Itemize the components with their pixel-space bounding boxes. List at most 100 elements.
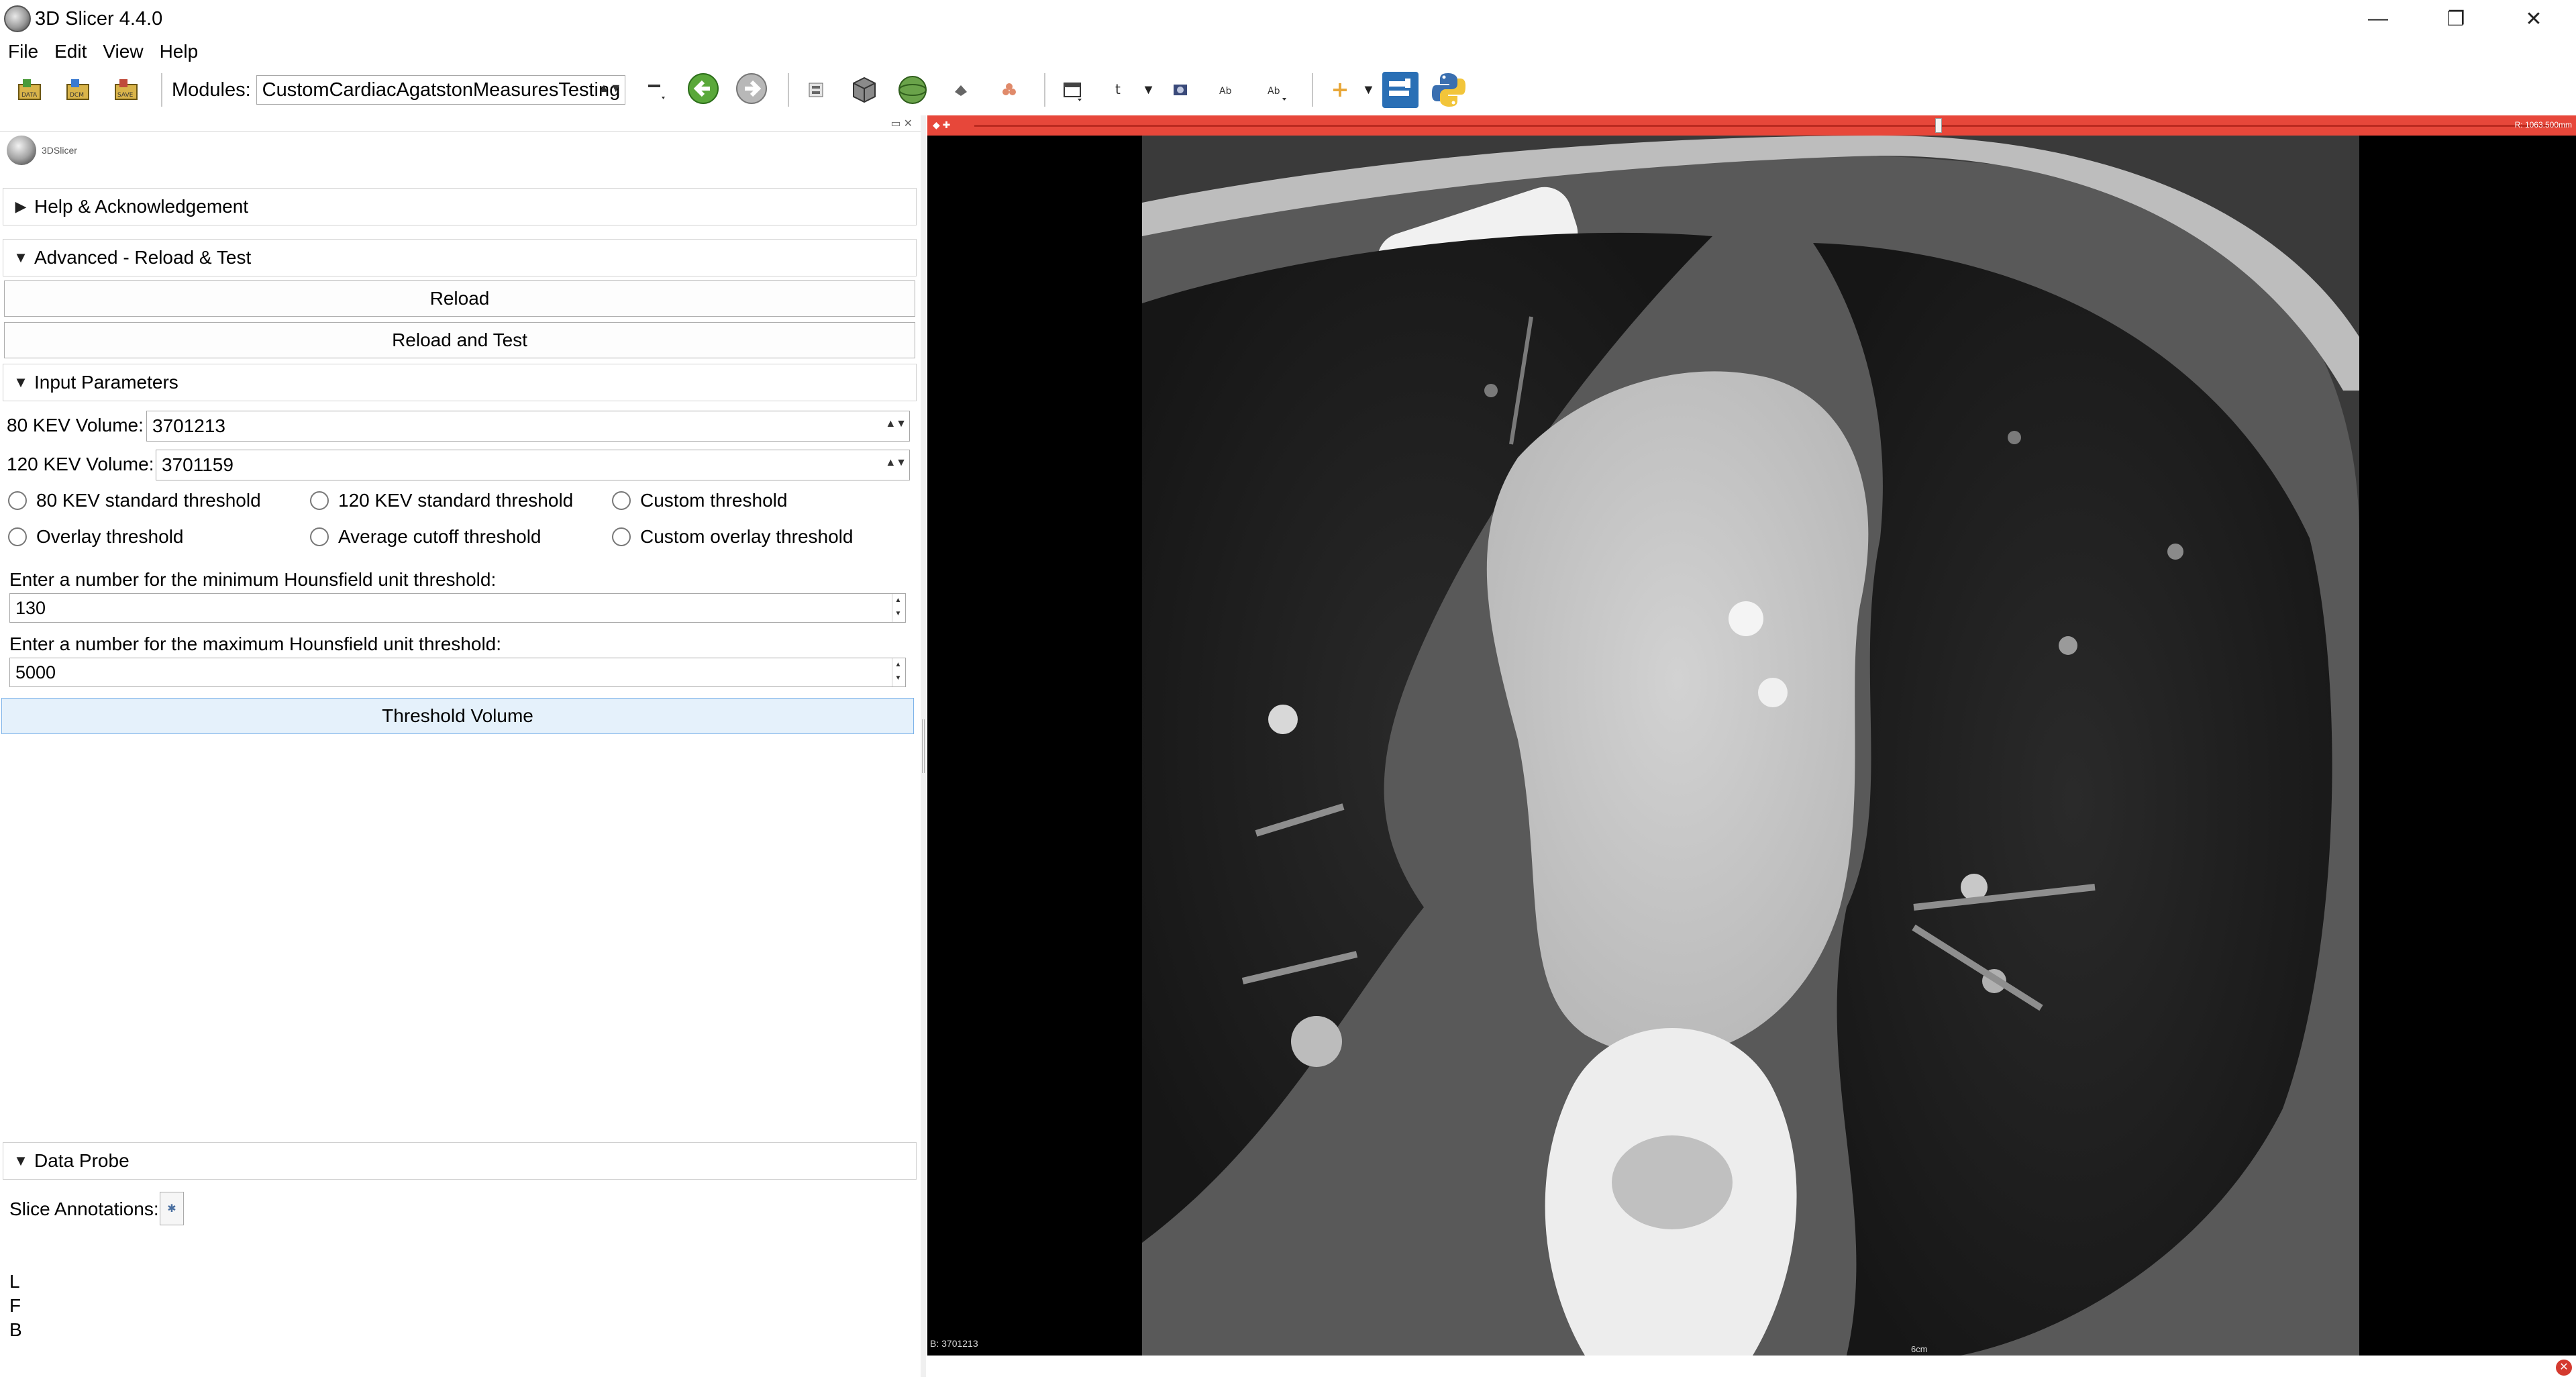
- module-name: CustomCardiacAgatstonMeasuresTesting: [262, 79, 621, 101]
- cube-icon[interactable]: [844, 70, 884, 110]
- menu-view[interactable]: View: [103, 41, 143, 62]
- svg-text:t: t: [1115, 81, 1121, 97]
- module-selector[interactable]: CustomCardiacAgatstonMeasuresTesting ▲▼: [256, 75, 625, 105]
- help-section-header[interactable]: ▶ Help & Acknowledgement: [3, 188, 917, 225]
- fiducial-icon[interactable]: [1320, 70, 1360, 110]
- save-icon[interactable]: SAVE: [106, 70, 146, 110]
- chevron-down-icon: ▼: [13, 374, 28, 391]
- sphere-icon[interactable]: [892, 70, 933, 110]
- link-icon[interactable]: Ab: [1257, 70, 1297, 110]
- ct-slice-image[interactable]: [1142, 136, 2359, 1356]
- threshold-volume-button[interactable]: Threshold Volume: [1, 698, 914, 734]
- data-probe-header[interactable]: ▼ Data Probe: [3, 1142, 917, 1180]
- chevron-down-icon: ▼: [13, 249, 28, 266]
- menu-file[interactable]: File: [8, 41, 38, 62]
- radio-label: 120 KEV standard threshold: [338, 490, 574, 511]
- settings-icon: ✱: [167, 1203, 176, 1215]
- input-parameters-header[interactable]: ▼ Input Parameters: [3, 364, 917, 401]
- dock-buttons[interactable]: ▭✕: [890, 117, 915, 130]
- menu-help[interactable]: Help: [160, 41, 199, 62]
- splitter-grip[interactable]: [922, 719, 925, 773]
- dock-title-bar: ▭✕: [0, 115, 921, 132]
- svg-text:Ab: Ab: [1219, 86, 1232, 97]
- radio-circle: [8, 527, 27, 546]
- shape2-icon[interactable]: [989, 70, 1029, 110]
- close-button[interactable]: ✕: [2495, 0, 2573, 38]
- chevron-down-icon[interactable]: ▼: [1142, 83, 1155, 98]
- window-title: 3D Slicer 4.4.0: [35, 7, 163, 30]
- red-slice-viewer[interactable]: ◆ ✚ R: 1063.500mm B: 3701213 6cm: [927, 115, 2576, 1356]
- data-probe-title: Data Probe: [34, 1150, 130, 1171]
- radio-circle: [310, 491, 329, 510]
- min-threshold-input[interactable]: 130 ▲ ▼: [9, 593, 906, 623]
- title-bar: 3D Slicer 4.4.0 — ❐ ✕: [0, 0, 2576, 38]
- advanced-section-title: Advanced - Reload & Test: [34, 247, 252, 268]
- shape-icon[interactable]: [941, 70, 981, 110]
- slicer-logo-icon: [7, 136, 36, 165]
- radio-label: Custom overlay threshold: [640, 526, 854, 547]
- radio-overlay-threshold[interactable]: Overlay threshold: [8, 526, 183, 548]
- slice-slider-track[interactable]: [974, 125, 2569, 127]
- advanced-section-header[interactable]: ▼ Advanced - Reload & Test: [3, 239, 917, 276]
- radio-circle: [310, 527, 329, 546]
- radio-average-cutoff[interactable]: Average cutoff threshold: [310, 526, 542, 548]
- slice-annotations-label: Slice Annotations:: [9, 1198, 159, 1219]
- menu-edit[interactable]: Edit: [54, 41, 87, 62]
- radio-label: Custom threshold: [640, 490, 788, 511]
- status-bar: ✕: [927, 1356, 2576, 1379]
- max-threshold-label: Enter a number for the maximum Hounsfiel…: [9, 633, 502, 654]
- chevron-right-icon: ▶: [15, 198, 27, 215]
- kev120-volume-select[interactable]: 3701159 ▲▼: [156, 450, 910, 480]
- probe-line-f: F: [9, 1295, 21, 1316]
- spin-arrows-icon[interactable]: ▲ ▼: [892, 658, 904, 686]
- max-threshold-input[interactable]: 5000 ▲ ▼: [9, 658, 906, 687]
- radio-kev80-standard[interactable]: 80 KEV standard threshold: [8, 490, 261, 511]
- forward-arrow-icon[interactable]: [733, 70, 773, 110]
- volume-corner-annotation: B: 3701213: [930, 1338, 978, 1349]
- error-log-icon[interactable]: ✕: [2556, 1360, 2572, 1376]
- kev80-volume-label: 80 KEV Volume:: [7, 415, 144, 436]
- load-data-icon[interactable]: DATA: [9, 70, 50, 110]
- back-arrow-icon[interactable]: [684, 70, 725, 110]
- toolbar-separator: [161, 73, 162, 107]
- slice-controller-bar: ◆ ✚ R: 1063.500mm: [927, 115, 2576, 136]
- pin-icon[interactable]: ◆ ✚: [933, 119, 950, 131]
- radio-kev120-standard[interactable]: 120 KEV standard threshold: [310, 490, 573, 511]
- chevron-down-icon[interactable]: ▼: [1361, 83, 1375, 98]
- crosshair-icon[interactable]: t: [1100, 70, 1141, 110]
- spin-arrows-icon[interactable]: ▲ ▼: [892, 594, 904, 622]
- probe-line-l: L: [9, 1271, 20, 1292]
- menu-bar: File Edit View Help: [0, 38, 2576, 66]
- module-list-icon[interactable]: [636, 70, 676, 110]
- layout-icon[interactable]: [1052, 70, 1092, 110]
- radio-label: Average cutoff threshold: [338, 526, 542, 547]
- input-parameters-title: Input Parameters: [34, 372, 178, 393]
- screenshot-icon[interactable]: Ab: [1208, 70, 1249, 110]
- kev80-volume-select[interactable]: 3701213 ▲▼: [146, 411, 910, 442]
- toolbar-separator: [1043, 73, 1045, 107]
- panel-splitter[interactable]: [921, 115, 926, 1377]
- radio-label: 80 KEV standard threshold: [36, 490, 261, 511]
- extension-manager-icon[interactable]: [1380, 70, 1421, 110]
- dcm-icon[interactable]: DCM: [58, 70, 98, 110]
- chevron-down-icon: ▲▼: [598, 81, 622, 95]
- kev120-volume-label: 120 KEV Volume:: [7, 454, 154, 474]
- slice-slider-thumb[interactable]: [1935, 118, 1942, 133]
- min-threshold-label: Enter a number for the minimum Hounsfiel…: [9, 569, 497, 590]
- radio-custom-threshold[interactable]: Custom threshold: [612, 490, 787, 511]
- restore-button[interactable]: ❐: [2417, 0, 2495, 38]
- radio-circle: [8, 491, 27, 510]
- radio-circle: [612, 491, 631, 510]
- reload-and-test-button[interactable]: Reload and Test: [4, 322, 915, 358]
- kev80-volume-value: 3701213: [152, 415, 226, 436]
- svg-text:DCM: DCM: [70, 92, 84, 99]
- extension-icon[interactable]: [796, 70, 836, 110]
- svg-text:Ab: Ab: [1268, 86, 1280, 97]
- minimize-button[interactable]: —: [2339, 0, 2417, 38]
- radio-custom-overlay[interactable]: Custom overlay threshold: [612, 526, 853, 548]
- python-icon[interactable]: [1429, 70, 1469, 110]
- slice-annotations-button[interactable]: ✱: [160, 1192, 184, 1225]
- radio-label: Overlay threshold: [36, 526, 184, 547]
- reload-button[interactable]: Reload: [4, 280, 915, 317]
- camera-icon[interactable]: [1160, 70, 1200, 110]
